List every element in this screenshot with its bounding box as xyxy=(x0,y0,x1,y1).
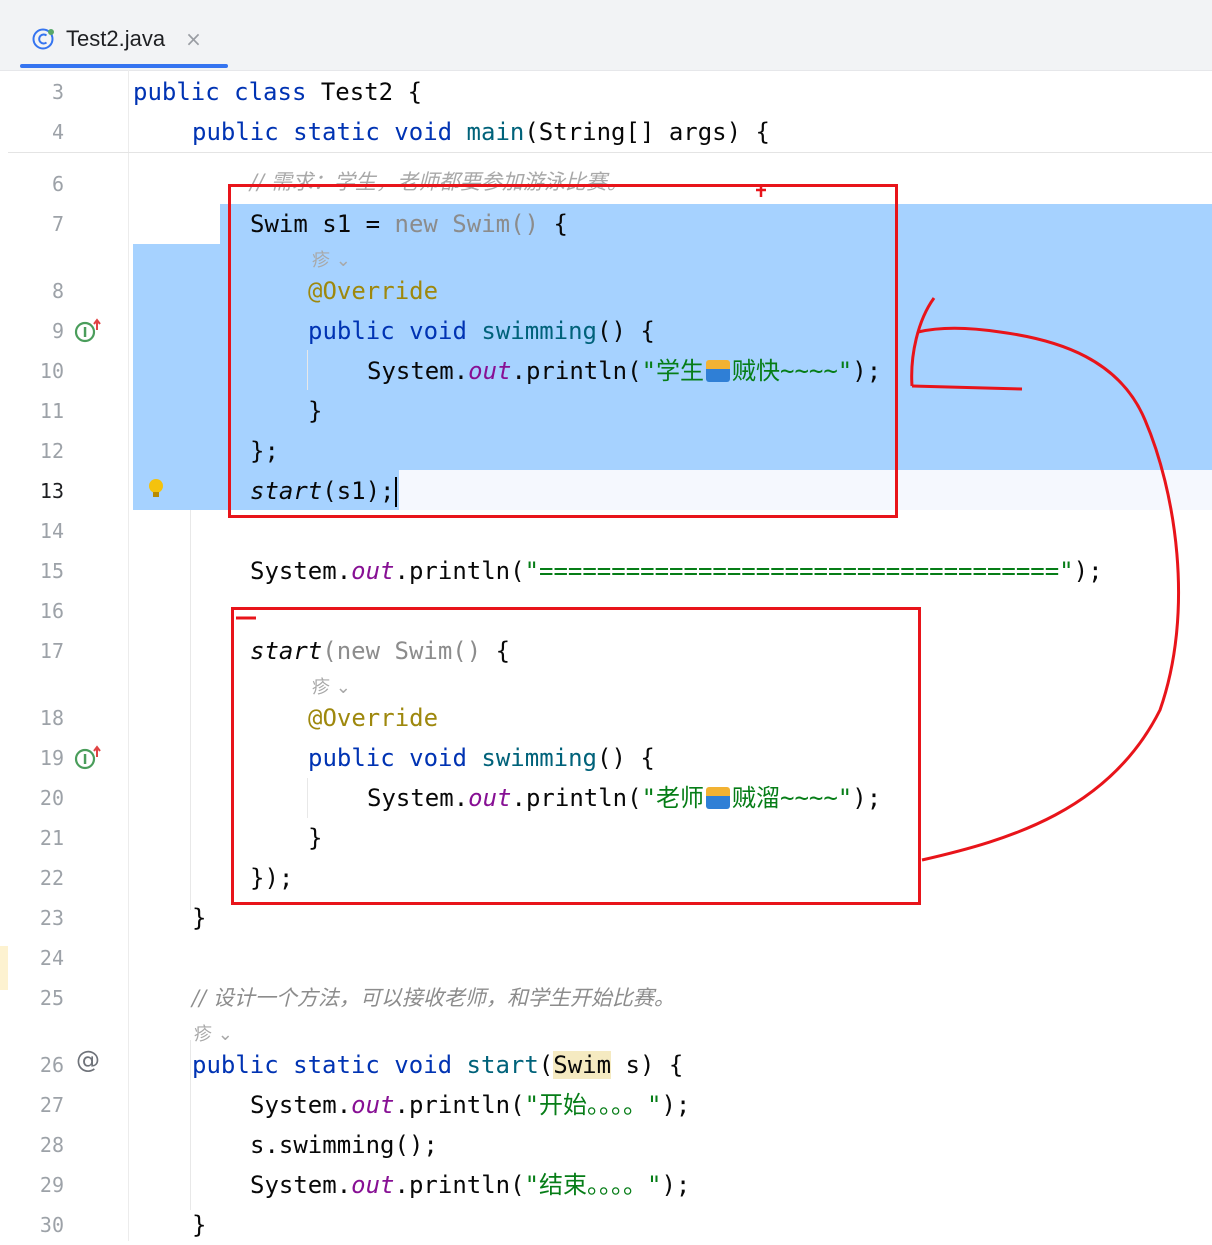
editor-tab-bar: Test2.java × xyxy=(0,0,1212,71)
tab-title: Test2.java xyxy=(66,26,166,51)
tab-close-icon[interactable]: × xyxy=(185,27,202,51)
java-class-icon xyxy=(32,28,54,50)
active-tab-indicator xyxy=(20,64,228,68)
tab-test2-java[interactable]: Test2.java × xyxy=(10,12,228,68)
code-editor[interactable]: 3 4 6 7 8 9 10 11 12 13 14 15 16 17 18 1… xyxy=(0,70,1212,1241)
annotation-arrow-drawing xyxy=(236,184,1181,862)
